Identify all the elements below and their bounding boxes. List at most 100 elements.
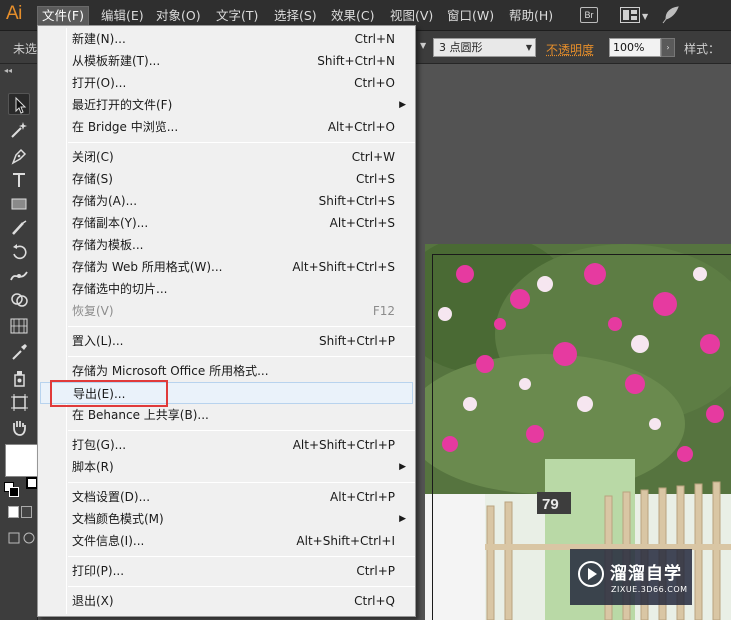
play-logo-icon bbox=[578, 561, 604, 587]
menu-item-shortcut: Shift+Ctrl+N bbox=[317, 54, 395, 68]
width-tool-icon[interactable] bbox=[8, 265, 30, 287]
menu-window[interactable]: 窗口(W) bbox=[443, 6, 498, 26]
menu-item-save-copy[interactable]: 存储副本(Y)... Alt+Ctrl+S bbox=[38, 212, 415, 234]
menu-item-shortcut: Shift+Ctrl+P bbox=[319, 334, 395, 348]
menu-item-save-for-office[interactable]: 存储为 Microsoft Office 所用格式... bbox=[38, 360, 415, 382]
magic-wand-icon[interactable] bbox=[8, 119, 30, 141]
fill-color-swatch[interactable] bbox=[5, 444, 38, 477]
menu-item-revert: 恢复(V) F12 bbox=[38, 300, 415, 322]
menu-item-document-color-mode[interactable]: 文档颜色模式(M) ▶ bbox=[38, 508, 415, 530]
menu-item-shortcut: Alt+Ctrl+S bbox=[329, 216, 395, 230]
menu-item-shortcut: Alt+Shift+Ctrl+S bbox=[292, 260, 395, 274]
menu-item-shortcut: Ctrl+P bbox=[356, 564, 395, 578]
menu-object[interactable]: 对象(O) bbox=[152, 6, 205, 26]
menu-item-label: 文件信息(I)... bbox=[72, 534, 145, 548]
chevron-down-icon[interactable]: ▼ bbox=[642, 12, 648, 21]
menu-item-save-as-template[interactable]: 存储为模板... bbox=[38, 234, 415, 256]
color-mode-buttons[interactable] bbox=[8, 506, 38, 520]
gradient-mode-icon[interactable] bbox=[21, 506, 32, 518]
menu-item-label: 恢复(V) bbox=[72, 304, 114, 318]
opacity-arrow-button[interactable]: › bbox=[661, 38, 675, 57]
menu-item-shortcut: Shift+Ctrl+S bbox=[318, 194, 395, 208]
menu-item-scripts[interactable]: 脚本(R) ▶ bbox=[38, 456, 415, 478]
menu-separator bbox=[68, 556, 415, 557]
hand-tool-icon[interactable] bbox=[8, 416, 30, 438]
symbol-sprayer-icon[interactable] bbox=[8, 367, 30, 389]
menu-item-exit[interactable]: 退出(X) Ctrl+Q bbox=[38, 590, 415, 612]
menu-separator bbox=[68, 430, 415, 431]
menu-view[interactable]: 视图(V) bbox=[386, 6, 437, 26]
menu-item-save[interactable]: 存储(S) Ctrl+S bbox=[38, 168, 415, 190]
selection-tool-icon[interactable] bbox=[8, 93, 30, 115]
default-colors-icon[interactable] bbox=[4, 482, 19, 497]
color-mode-icon[interactable] bbox=[8, 506, 19, 518]
menu-item-document-setup[interactable]: 文档设置(D)... Alt+Ctrl+P bbox=[38, 486, 415, 508]
menu-item-label: 新建(N)... bbox=[72, 32, 126, 46]
menu-item-save-as[interactable]: 存储为(A)... Shift+Ctrl+S bbox=[38, 190, 415, 212]
menu-item-shortcut: Ctrl+S bbox=[355, 172, 395, 186]
menu-item-shortcut: Ctrl+W bbox=[351, 150, 395, 164]
artboard-edge bbox=[432, 254, 433, 620]
menu-item-label: 存储(S) bbox=[72, 172, 113, 186]
menu-item-label: 存储为 Web 所用格式(W)... bbox=[72, 260, 223, 274]
menu-item-open[interactable]: 打开(O)... Ctrl+O bbox=[38, 72, 415, 94]
menu-item-shortcut: F12 bbox=[372, 304, 395, 318]
menu-item-shortcut: Ctrl+Q bbox=[354, 594, 395, 608]
perspective-grid-icon[interactable] bbox=[8, 315, 30, 337]
menu-type[interactable]: 文字(T) bbox=[212, 6, 262, 26]
menu-separator bbox=[68, 482, 415, 483]
menu-item-label: 在 Behance 上共享(B)... bbox=[72, 408, 209, 422]
menu-item-print[interactable]: 打印(P)... Ctrl+P bbox=[38, 560, 415, 582]
rectangle-tool-icon[interactable] bbox=[8, 193, 30, 215]
menu-item-share-on-behance[interactable]: 在 Behance 上共享(B)... bbox=[38, 404, 415, 426]
menu-item-label: 最近打开的文件(F) bbox=[72, 98, 173, 112]
menu-help[interactable]: 帮助(H) bbox=[505, 6, 557, 26]
paintbrush-icon[interactable] bbox=[8, 217, 30, 239]
chevron-down-icon[interactable]: ▼ bbox=[420, 41, 426, 50]
menu-select[interactable]: 选择(S) bbox=[270, 6, 321, 26]
shape-builder-icon[interactable] bbox=[8, 289, 30, 311]
menu-file[interactable]: 文件(F) bbox=[37, 6, 89, 26]
watermark: 溜溜自学 ZIXUE.3D66.COM bbox=[570, 549, 692, 605]
menu-effect[interactable]: 效果(C) bbox=[327, 6, 378, 26]
selection-status-label: 未选 bbox=[13, 42, 38, 56]
screen-mode-icon[interactable] bbox=[8, 530, 38, 546]
menu-item-label: 存储副本(Y)... bbox=[72, 216, 149, 230]
menu-item-label: 存储为(A)... bbox=[72, 194, 138, 208]
menu-separator bbox=[68, 326, 415, 327]
menu-item-close[interactable]: 关闭(C) Ctrl+W bbox=[38, 146, 415, 168]
artboard-tool-icon[interactable] bbox=[8, 391, 30, 413]
stroke-profile-value: 3 点圆形 bbox=[439, 41, 483, 54]
menu-item-new[interactable]: 新建(N)... Ctrl+N bbox=[38, 28, 415, 50]
menu-item-new-from-template[interactable]: 从模板新建(T)... Shift+Ctrl+N bbox=[38, 50, 415, 72]
menu-item-recent-files[interactable]: 最近打开的文件(F) ▶ bbox=[38, 94, 415, 116]
eyedropper-icon[interactable] bbox=[8, 341, 30, 363]
menu-edit[interactable]: 编辑(E) bbox=[97, 6, 148, 26]
menu-item-label: 在 Bridge 中浏览... bbox=[72, 120, 179, 134]
menu-item-file-info[interactable]: 文件信息(I)... Alt+Shift+Ctrl+I bbox=[38, 530, 415, 552]
type-tool-icon[interactable] bbox=[8, 169, 30, 191]
arrange-documents-icon[interactable] bbox=[620, 7, 640, 23]
rotate-tool-icon[interactable] bbox=[8, 241, 30, 263]
menu-item-package[interactable]: 打包(G)... Alt+Shift+Ctrl+P bbox=[38, 434, 415, 456]
menu-item-place[interactable]: 置入(L)... Shift+Ctrl+P bbox=[38, 330, 415, 352]
menu-item-browse-in-bridge[interactable]: 在 Bridge 中浏览... Alt+Ctrl+O bbox=[38, 116, 415, 138]
opacity-input[interactable]: 100% bbox=[609, 38, 661, 57]
menu-item-save-selected-slices[interactable]: 存储选中的切片... bbox=[38, 278, 415, 300]
menu-item-save-for-web[interactable]: 存储为 Web 所用格式(W)... Alt+Shift+Ctrl+S bbox=[38, 256, 415, 278]
feather-icon[interactable] bbox=[660, 5, 680, 25]
stroke-profile-dropdown[interactable]: 3 点圆形 ▼ bbox=[433, 38, 536, 57]
watermark-subtitle: ZIXUE.3D66.COM bbox=[611, 585, 688, 594]
opacity-label[interactable]: 不透明度 bbox=[546, 41, 594, 58]
menu-item-label: 文档颜色模式(M) bbox=[72, 512, 164, 526]
collapse-panel-icon[interactable]: ◂◂ bbox=[4, 66, 12, 75]
submenu-arrow-icon: ▶ bbox=[399, 462, 406, 472]
menu-item-shortcut: Alt+Ctrl+O bbox=[327, 120, 395, 134]
bridge-icon[interactable]: Br bbox=[580, 7, 598, 23]
menu-item-label: 关闭(C) bbox=[72, 150, 114, 164]
menu-item-label: 存储选中的切片... bbox=[72, 282, 168, 296]
pen-tool-icon[interactable] bbox=[8, 145, 30, 167]
menu-item-label: 脚本(R) bbox=[72, 460, 114, 474]
menu-item-label: 打开(O)... bbox=[72, 76, 127, 90]
menu-item-label: 从模板新建(T)... bbox=[72, 54, 161, 68]
